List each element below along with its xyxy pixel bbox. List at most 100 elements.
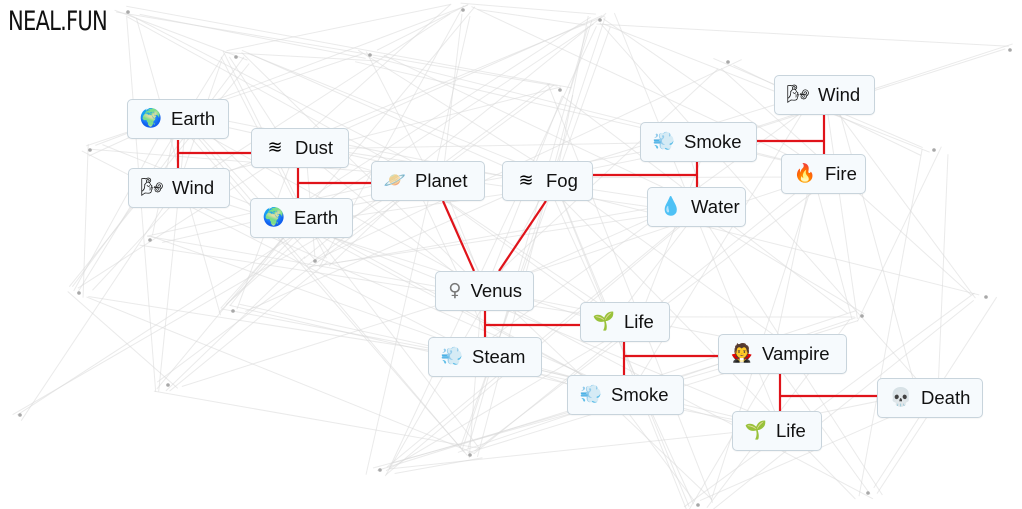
background-edge [116, 11, 558, 87]
element-label: Venus [470, 280, 522, 301]
element-tile-fire[interactable]: 🔥 Fire [781, 154, 866, 194]
element-tile-life[interactable]: 🌱 Life [732, 411, 822, 451]
graph-node-dot [1008, 48, 1012, 52]
graph-node-dot [378, 468, 382, 472]
graph-node-dot [166, 383, 170, 387]
element-label: Vampire [762, 343, 830, 364]
element-tile-smoke[interactable]: 💨 Smoke [567, 375, 684, 415]
graph-node-dot [313, 259, 317, 263]
element-tile-water[interactable]: 💧 Water [647, 187, 746, 227]
background-edge [313, 15, 603, 144]
graph-node-dot [126, 10, 130, 14]
element-label: Steam [472, 346, 526, 367]
element-tile-earth[interactable]: 🌍 Earth [250, 198, 353, 238]
element-tile-earth[interactable]: 🌍 Earth [127, 99, 229, 139]
graph-node-dot [860, 314, 864, 318]
graph-node-dot [461, 8, 465, 12]
graph-node-dot [726, 60, 730, 64]
seedling-icon: 🌱 [592, 311, 616, 332]
background-edge [394, 457, 483, 474]
element-label: Death [921, 387, 971, 408]
element-tile-steam[interactable]: 💨 Steam [428, 337, 542, 377]
element-label: Wind [818, 84, 861, 105]
background-edge [158, 120, 187, 392]
globe-icon: 🌍 [139, 108, 163, 129]
element-label: Life [624, 311, 654, 332]
element-tile-life[interactable]: 🌱 Life [580, 302, 670, 342]
fire-icon: 🔥 [793, 163, 817, 184]
element-tile-dust[interactable]: ≋ Dust [251, 128, 349, 168]
background-edge [618, 400, 696, 502]
wind-face-icon: 🌬 [786, 84, 810, 105]
neal-fun-logo[interactable]: NEAL.FUN [8, 4, 108, 40]
background-edge [16, 223, 312, 416]
graph-node-dot [696, 503, 700, 507]
background-edge [460, 2, 596, 15]
background-edge [857, 146, 942, 322]
background-edge [169, 261, 329, 392]
element-tile-venus[interactable]: ♀ Venus [435, 271, 534, 311]
graph-node-dot [866, 491, 870, 495]
background-edge [150, 235, 614, 401]
element-label: Wind [172, 177, 215, 198]
wavy-lines-icon: ≋ [267, 137, 283, 158]
element-label: Earth [171, 108, 216, 129]
background-edge [12, 180, 417, 416]
graph-node-dot [984, 295, 988, 299]
vampire-icon: 🧛 [730, 343, 754, 364]
background-edge [67, 291, 179, 389]
graph-node-dot [18, 413, 22, 417]
element-tile-wind[interactable]: 🌬 Wind [774, 75, 875, 115]
graph-node-dot [148, 238, 152, 242]
background-edge [126, 5, 572, 89]
background-edge [153, 390, 481, 449]
graph-node-dot [368, 53, 372, 57]
element-label: Water [691, 196, 740, 217]
element-label: Fire [825, 163, 857, 184]
element-tile-vampire[interactable]: 🧛 Vampire [718, 334, 847, 374]
background-edge [300, 141, 696, 216]
skull-icon: 💀 [889, 387, 913, 408]
graph-node-dot [231, 309, 235, 313]
wind-face-icon: 🌬 [140, 177, 164, 198]
background-edge [20, 186, 178, 421]
wavy-lines-icon: ≋ [518, 170, 534, 191]
element-tile-death[interactable]: 💀 Death [877, 378, 983, 418]
female-sign-icon: ♀ [448, 280, 462, 301]
dash-puff-icon: 💨 [652, 131, 676, 152]
dash-puff-icon: 💨 [579, 384, 603, 405]
element-tile-smoke[interactable]: 💨 Smoke [640, 122, 757, 162]
dash-puff-icon: 💨 [440, 346, 464, 367]
graph-node-dot [468, 453, 472, 457]
ringed-planet-icon: 🪐 [383, 170, 407, 191]
background-edge [147, 235, 482, 295]
graph-node-dot [932, 148, 936, 152]
element-label: Smoke [611, 384, 669, 405]
element-label: Life [776, 420, 806, 441]
background-edge [834, 96, 920, 402]
element-label: Smoke [684, 131, 742, 152]
background-edge [376, 3, 469, 51]
graph-node-dot [598, 18, 602, 22]
element-label: Planet [415, 170, 468, 191]
element-label: Dust [295, 137, 334, 158]
graph-node-dot [77, 291, 81, 295]
element-tile-planet[interactable]: 🪐 Planet [371, 161, 485, 201]
background-edge [596, 23, 1009, 47]
graph-node-dot [234, 55, 238, 59]
background-edge [773, 169, 813, 350]
element-tile-wind[interactable]: 🌬 Wind [128, 168, 230, 208]
element-label: Earth [294, 207, 339, 228]
graph-node-dot [558, 88, 562, 92]
graph-node-dot [88, 148, 92, 152]
element-tile-fog[interactable]: ≋ Fog [502, 161, 593, 201]
recipe-connector [498, 200, 547, 272]
background-edge [226, 4, 451, 52]
droplet-icon: 💧 [659, 196, 683, 217]
background-edge [229, 304, 613, 395]
background-edge [82, 144, 89, 298]
background-edge [384, 297, 489, 477]
element-label: Fog [546, 170, 578, 191]
globe-icon: 🌍 [262, 207, 286, 228]
seedling-icon: 🌱 [744, 420, 768, 441]
